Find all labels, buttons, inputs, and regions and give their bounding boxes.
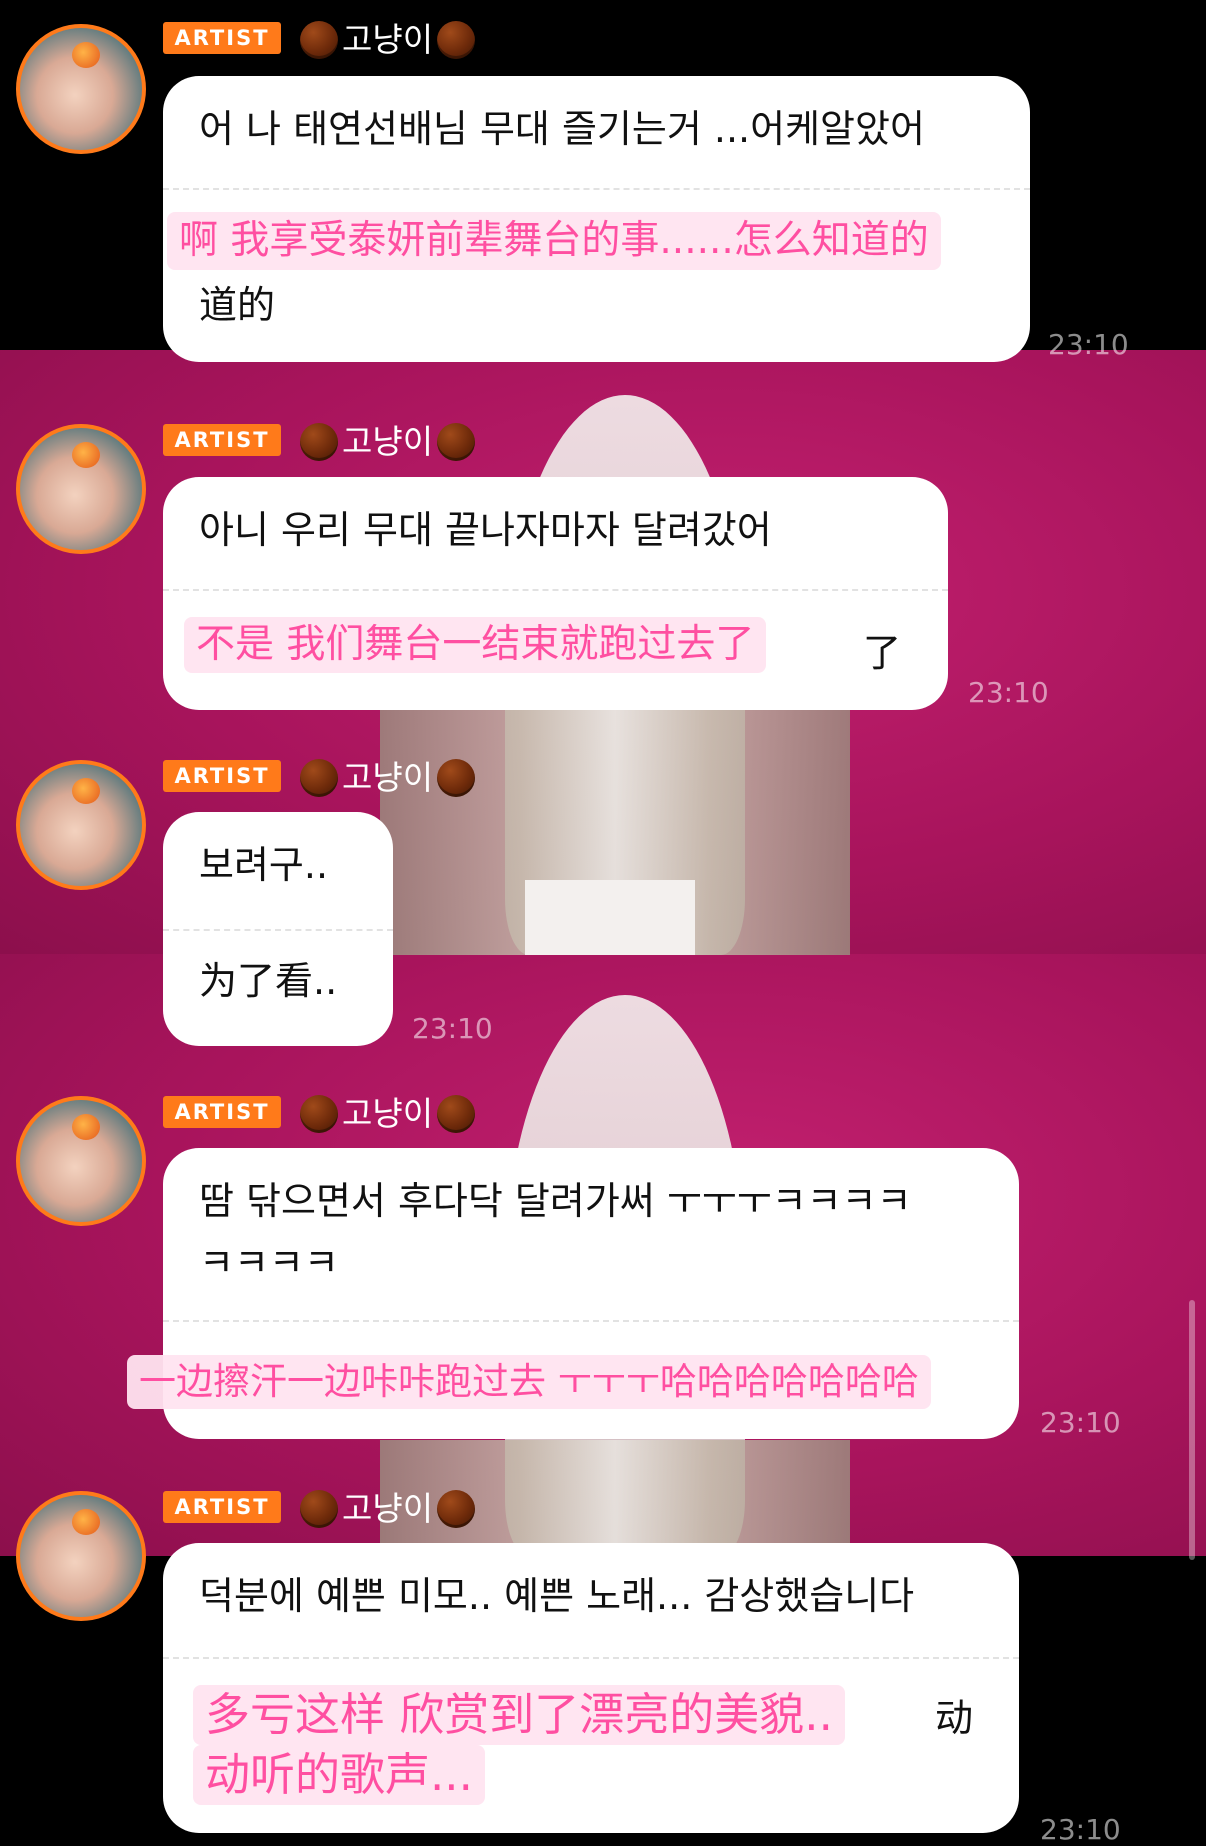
timestamp: 23:10 bbox=[968, 676, 1049, 709]
artist-badge: ARTIST bbox=[163, 424, 281, 456]
message-bubble[interactable]: 보려구.. 为了看.. bbox=[163, 812, 393, 1046]
translation-highlight: 一边擦汗一边咔咔跑过去 ㅜㅜㅜ哈哈哈哈哈哈哈 bbox=[127, 1355, 931, 1409]
nickname-text: 고냥이 bbox=[342, 1094, 434, 1133]
scrollbar[interactable] bbox=[1189, 1300, 1195, 1560]
timestamp: 23:10 bbox=[1048, 328, 1129, 361]
nickname: 고냥이 bbox=[300, 1092, 476, 1136]
translation-divider bbox=[163, 188, 1030, 190]
message-text-korean: 어 나 태연선배님 무대 즐기는거 ...어케알았어 bbox=[199, 107, 925, 151]
chat-message: ARTIST 고냥이 땀 닦으면서 후다닥 달려가써 ㅜㅜㅜㅋㅋㅋㅋ ㅋㅋㅋㅋ … bbox=[0, 1072, 1206, 1452]
message-bubble[interactable]: 덕분에 예쁜 미모.. 예쁜 노래... 감상했습니다 动 多亏这样 欣赏到了漂… bbox=[163, 1543, 1019, 1833]
avatar[interactable] bbox=[16, 424, 146, 554]
chestnut-icon bbox=[300, 759, 338, 797]
apple-icon bbox=[72, 442, 100, 468]
timestamp: 23:10 bbox=[412, 1012, 493, 1045]
translation-text: 为了看.. bbox=[199, 959, 338, 1003]
avatar[interactable] bbox=[16, 1096, 146, 1226]
chestnut-icon bbox=[437, 759, 476, 797]
timestamp: 23:10 bbox=[1040, 1813, 1121, 1846]
message-text-korean: 아니 우리 무대 끝나자마자 달려갔어 bbox=[199, 508, 772, 552]
avatar[interactable] bbox=[16, 760, 146, 890]
artist-badge: ARTIST bbox=[163, 22, 281, 54]
message-bubble[interactable]: 어 나 태연선배님 무대 즐기는거 ...어케알았어 道的 啊 我享受泰妍前辈舞… bbox=[163, 76, 1030, 362]
message-bubble[interactable]: 땀 닦으면서 후다닥 달려가써 ㅜㅜㅜㅋㅋㅋㅋ ㅋㅋㅋㅋ 一边擦汗一边咔咔跑过去… bbox=[127, 1148, 1019, 1439]
translation-overflow-text: 动 bbox=[935, 1696, 974, 1740]
chat-message: ARTIST 고냥이 어 나 태연선배님 무대 즐기는거 ...어케알았어 道的… bbox=[0, 0, 1206, 362]
message-text-korean: 땀 닦으면서 후다닥 달려가써 ㅜㅜㅜㅋㅋㅋㅋ ㅋㅋㅋㅋ bbox=[199, 1179, 912, 1285]
chestnut-icon bbox=[437, 1095, 476, 1133]
message-bubble[interactable]: 아니 우리 무대 끝나자마자 달려갔어 了 不是 我们舞台一结束就跑过去了 bbox=[163, 477, 948, 710]
artist-badge: ARTIST bbox=[163, 1096, 281, 1128]
artist-badge: ARTIST bbox=[163, 1491, 281, 1523]
apple-icon bbox=[72, 1114, 100, 1140]
chestnut-icon bbox=[300, 21, 338, 59]
translation-overflow-text: 了 bbox=[863, 631, 902, 675]
nickname-text: 고냥이 bbox=[342, 20, 434, 59]
translation-overflow-text: 道的 bbox=[199, 283, 276, 327]
apple-icon bbox=[72, 778, 100, 804]
timestamp: 23:10 bbox=[1040, 1406, 1121, 1439]
chestnut-icon bbox=[437, 21, 476, 59]
nickname: 고냥이 bbox=[300, 420, 476, 464]
chestnut-icon bbox=[300, 1095, 338, 1133]
translation-highlight: 不是 我们舞台一结束就跑过去了 bbox=[184, 617, 767, 673]
chestnut-icon bbox=[300, 423, 338, 461]
chat-message: ARTIST 고냥이 아니 우리 무대 끝나자마자 달려갔어 了 不是 我们舞台… bbox=[0, 400, 1206, 720]
nickname-text: 고냥이 bbox=[342, 422, 434, 461]
chestnut-icon bbox=[300, 1490, 338, 1528]
chestnut-icon bbox=[437, 1490, 476, 1528]
nickname: 고냥이 bbox=[300, 756, 476, 800]
translation-divider bbox=[163, 1320, 1019, 1322]
nickname-text: 고냥이 bbox=[342, 1489, 434, 1528]
chat-message: ARTIST 고냥이 덕분에 예쁜 미모.. 예쁜 노래... 감상했습니다 动… bbox=[0, 1467, 1206, 1846]
translation-highlight: 啊 我享受泰妍前辈舞台的事......怎么知道的 bbox=[167, 212, 941, 270]
chestnut-icon bbox=[437, 423, 476, 461]
avatar[interactable] bbox=[16, 24, 146, 154]
apple-icon bbox=[72, 42, 100, 68]
nickname: 고냥이 bbox=[300, 1487, 476, 1531]
translation-highlight: 多亏这样 欣赏到了漂亮的美貌.. bbox=[193, 1685, 845, 1745]
chat-message: ARTIST 고냥이 보려구.. 为了看.. 23:10 bbox=[0, 736, 1206, 1056]
nickname: 고냥이 bbox=[300, 18, 476, 62]
avatar[interactable] bbox=[16, 1491, 146, 1621]
translation-divider bbox=[163, 589, 948, 591]
message-text-korean: 덕분에 예쁜 미모.. 예쁜 노래... 감상했습니다 bbox=[199, 1574, 915, 1618]
translation-divider bbox=[163, 929, 393, 931]
translation-highlight: 动听的歌声... bbox=[193, 1745, 485, 1805]
nickname-text: 고냥이 bbox=[342, 758, 434, 797]
translation-divider bbox=[163, 1657, 1019, 1659]
artist-badge: ARTIST bbox=[163, 760, 281, 792]
apple-icon bbox=[72, 1509, 100, 1535]
message-text-korean: 보려구.. bbox=[199, 843, 329, 887]
